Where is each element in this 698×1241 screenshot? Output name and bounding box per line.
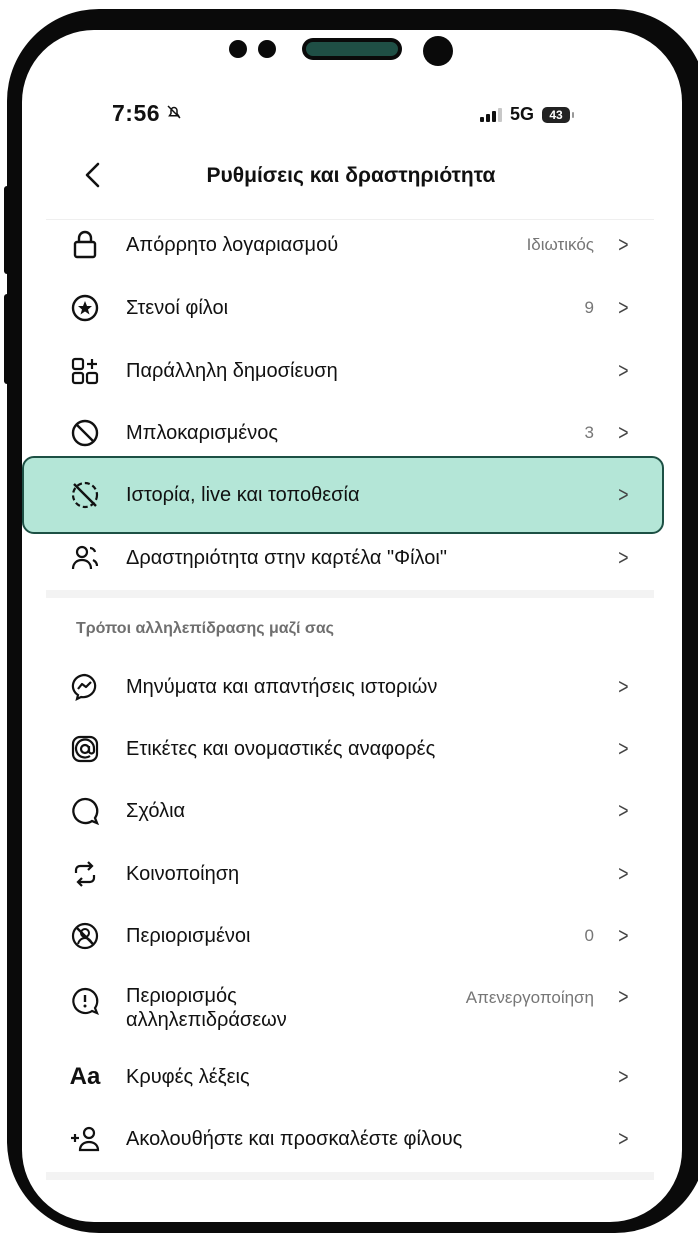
messenger-icon xyxy=(68,670,102,704)
friends-activity-icon xyxy=(68,541,102,575)
row-crossposting[interactable]: Παράλληλη δημοσίευση > xyxy=(62,343,632,399)
star-circle-icon xyxy=(68,291,102,325)
row-account-privacy[interactable]: Απόρρητο λογαριασμού Ιδιωτικός > xyxy=(62,217,632,273)
hidden-words-icon: Aa xyxy=(68,1060,102,1094)
status-icons: 5G 43 xyxy=(480,104,575,125)
row-value: 9 xyxy=(584,298,594,317)
row-blocked[interactable]: Μπλοκαρισμένος 3 > xyxy=(62,405,632,461)
add-friend-icon xyxy=(68,1122,102,1156)
battery-tip xyxy=(572,111,575,118)
chevron-right-icon: > xyxy=(618,923,629,948)
row-tags-mentions[interactable]: Ετικέτες και ονομαστικές αναφορές > xyxy=(62,721,632,777)
row-sharing[interactable]: Κοινοποίηση > xyxy=(62,846,632,902)
story-hidden-icon xyxy=(68,478,102,512)
chevron-right-icon: > xyxy=(618,232,629,257)
row-value: Ιδιωτικός xyxy=(526,235,594,254)
bottom-divider xyxy=(46,1172,654,1180)
chevron-right-icon: > xyxy=(618,674,629,699)
grid-plus-icon xyxy=(68,354,102,388)
row-close-friends[interactable]: Στενοί φίλοι 9 > xyxy=(62,280,632,336)
lock-icon xyxy=(68,228,102,262)
chevron-right-icon: > xyxy=(618,798,629,823)
chevron-right-icon: > xyxy=(618,482,629,507)
camera-dot-1 xyxy=(229,40,247,58)
chevron-right-icon: > xyxy=(618,984,629,1009)
page-title: Ρυθμίσεις και δραστηριότητα xyxy=(206,164,496,187)
hidden-words-icon-text: Aa xyxy=(69,1063,101,1090)
row-label: Μπλοκαρισμένος xyxy=(126,422,278,444)
row-comments[interactable]: Σχόλια > xyxy=(62,783,632,839)
camera-lens xyxy=(423,36,453,66)
row-label: Παράλληλη δημοσίευση xyxy=(126,360,338,382)
speaker-bar xyxy=(302,38,402,60)
bell-muted-icon xyxy=(165,103,183,126)
section-title: Τρόποι αλληλεπίδρασης μαζί σας xyxy=(76,620,334,637)
camera-dot-2 xyxy=(258,40,276,58)
row-friends-tab-activity[interactable]: Δραστηριότητα στην καρτέλα "Φίλοι" > xyxy=(62,530,632,586)
row-label: Περιορισμένοι xyxy=(126,925,251,947)
row-label: Απόρρητο λογαριασμού xyxy=(126,234,339,256)
row-label: Ιστορία, live και τοποθεσία xyxy=(126,484,360,506)
row-hidden-words[interactable]: Aa Κρυφές λέξεις > xyxy=(62,1049,632,1105)
at-sign-icon xyxy=(68,732,102,766)
row-messages-story-replies[interactable]: Μηνύματα και απαντήσεις ιστοριών > xyxy=(62,659,632,715)
row-label: Σχόλια xyxy=(126,800,186,822)
header: Ρυθμίσεις και δραστηριότητα xyxy=(0,150,698,210)
limit-interactions-icon xyxy=(68,984,102,1018)
blocked-icon xyxy=(68,416,102,450)
battery-icon: 43 xyxy=(542,106,571,123)
row-label: Κρυφές λέξεις xyxy=(126,1066,250,1088)
row-label: Δραστηριότητα στην καρτέλα "Φίλοι" xyxy=(126,547,447,569)
row-label: Μηνύματα και απαντήσεις ιστοριών xyxy=(126,676,438,698)
row-restricted[interactable]: Περιορισμένοι 0 > xyxy=(62,908,632,964)
row-value: 3 xyxy=(584,423,594,442)
row-label: Στενοί φίλοι xyxy=(126,297,229,319)
chevron-right-icon: > xyxy=(618,420,629,445)
row-label-line1: Περιορισμός xyxy=(126,985,237,1007)
share-icon xyxy=(68,857,102,891)
chevron-right-icon: > xyxy=(618,1126,629,1151)
row-limit-interactions[interactable]: Περιορισμός αλληλεπιδράσεων Απενεργοποίη… xyxy=(62,970,632,1034)
row-value: Απενεργοποίηση xyxy=(465,988,594,1007)
clock: 7:56 xyxy=(112,100,161,126)
section-divider xyxy=(46,590,654,598)
row-label-line2: αλληλεπιδράσεων xyxy=(126,1009,287,1031)
side-button-lower xyxy=(4,294,14,384)
row-value: 0 xyxy=(584,926,594,945)
chevron-right-icon: > xyxy=(618,545,629,570)
chevron-right-icon: > xyxy=(618,295,629,320)
row-story-live-location[interactable]: Ιστορία, live και τοποθεσία > xyxy=(62,467,632,523)
comment-icon xyxy=(68,794,102,828)
chevron-right-icon: > xyxy=(618,861,629,886)
chevron-right-icon: > xyxy=(618,736,629,761)
row-label: Ετικέτες και ονομαστικές αναφορές xyxy=(126,738,436,760)
restricted-icon xyxy=(68,919,102,953)
row-label: Ακολουθήστε και προσκαλέστε φίλους xyxy=(126,1128,463,1150)
row-label: Κοινοποίηση xyxy=(126,863,240,885)
signal-icon xyxy=(480,107,502,122)
row-follow-invite[interactable]: Ακολουθήστε και προσκαλέστε φίλους > xyxy=(62,1111,632,1167)
status-time: 7:56 xyxy=(112,100,183,127)
network-label: 5G xyxy=(510,104,535,124)
chevron-right-icon: > xyxy=(618,358,629,383)
chevron-right-icon: > xyxy=(618,1064,629,1089)
